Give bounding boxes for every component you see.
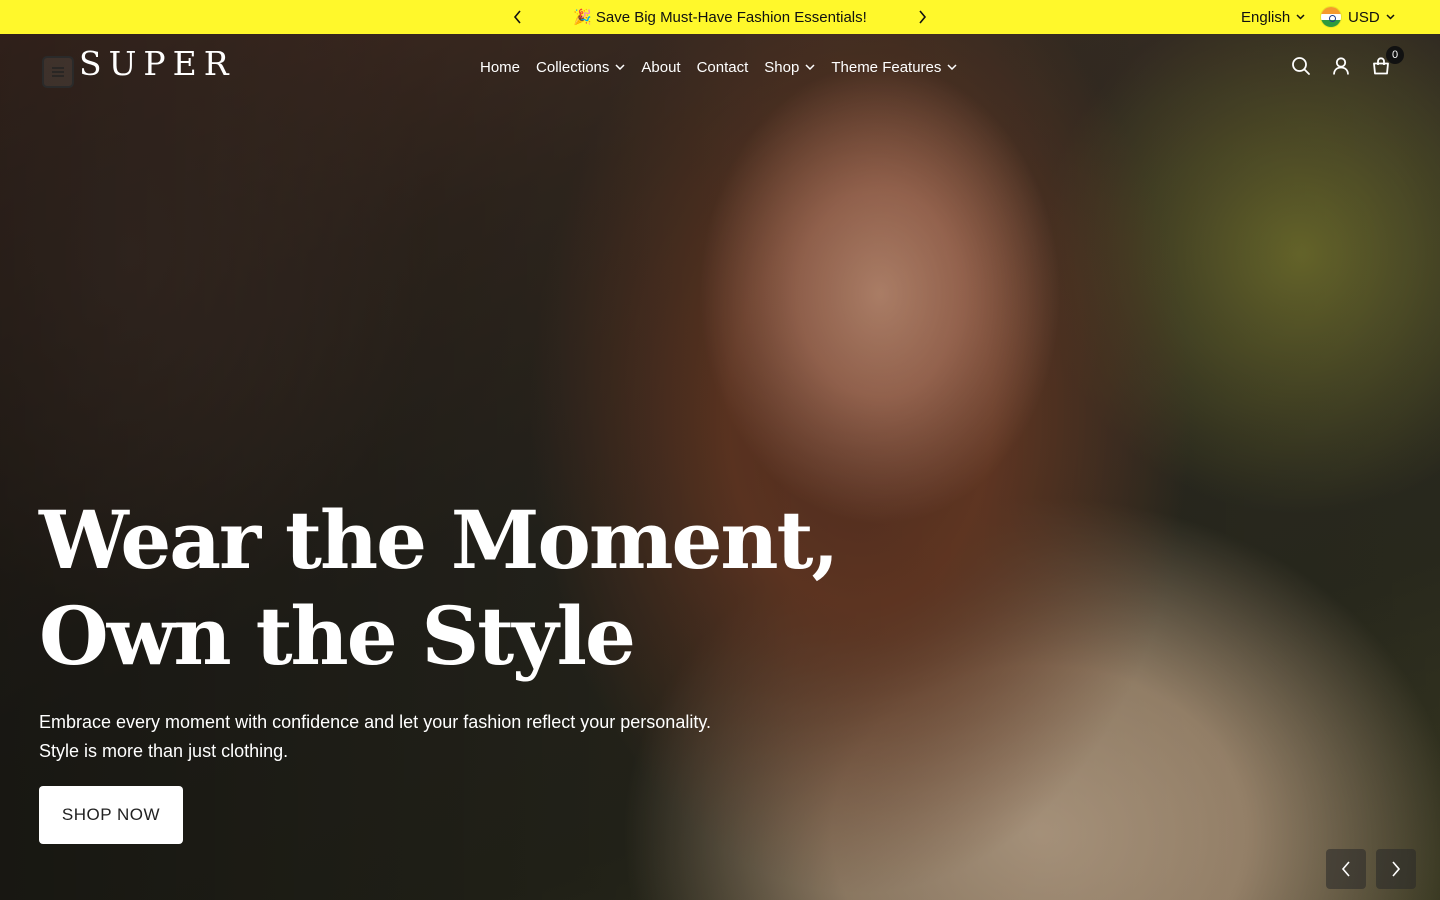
hero-overlay bbox=[0, 34, 1440, 900]
chevron-right-icon bbox=[1392, 861, 1401, 877]
language-label: English bbox=[1241, 8, 1291, 26]
chevron-left-icon bbox=[1341, 861, 1350, 877]
chevron-right-icon bbox=[919, 10, 927, 24]
announcement-next-button[interactable] bbox=[912, 7, 932, 27]
hero-subtext-line1: Embrace every moment with confidence and… bbox=[39, 712, 711, 732]
nav-about[interactable]: About bbox=[641, 59, 680, 76]
nav-label: Theme Features bbox=[831, 58, 942, 76]
announcement-bar: 🎉 Save Big Must-Have Fashion Essentials!… bbox=[0, 0, 1440, 34]
menu-button[interactable] bbox=[42, 56, 74, 88]
site-logo[interactable]: SUPER bbox=[79, 44, 236, 83]
hero-subtext-line2: Style is more than just clothing. bbox=[39, 741, 289, 761]
party-popper-icon: 🎉 bbox=[573, 9, 592, 26]
hero-subtext: Embrace every moment with confidence and… bbox=[39, 708, 799, 766]
slide-next-button[interactable] bbox=[1376, 849, 1416, 889]
announcement-text: Save Big Must-Have Fashion Essentials! bbox=[595, 8, 867, 26]
nav-label: About bbox=[641, 58, 681, 76]
india-flag-icon bbox=[1320, 6, 1342, 28]
chevron-down-icon bbox=[615, 64, 625, 70]
currency-selector[interactable]: USD bbox=[1320, 0, 1395, 34]
chevron-left-icon bbox=[513, 10, 521, 24]
announcement-message[interactable]: 🎉 Save Big Must-Have Fashion Essentials! bbox=[540, 0, 900, 34]
nav-label: Contact bbox=[696, 58, 749, 76]
currency-label: USD bbox=[1348, 8, 1380, 26]
nav-contact[interactable]: Contact bbox=[697, 59, 749, 76]
chevron-down-icon bbox=[1296, 14, 1305, 20]
nav-shop[interactable]: Shop bbox=[764, 59, 815, 76]
main-nav: Home Collections About Contact Shop Them… bbox=[480, 56, 957, 78]
account-button[interactable] bbox=[1329, 54, 1353, 78]
chevron-down-icon bbox=[947, 64, 957, 70]
nav-label: Collections bbox=[536, 58, 610, 76]
search-button[interactable] bbox=[1289, 54, 1313, 78]
account-icon bbox=[1333, 57, 1349, 75]
nav-theme-features[interactable]: Theme Features bbox=[831, 59, 957, 76]
chevron-down-icon bbox=[805, 64, 815, 70]
shop-now-button[interactable]: SHOP NOW bbox=[39, 786, 183, 844]
nav-home[interactable]: Home bbox=[480, 59, 520, 76]
hero-banner-image bbox=[0, 34, 1440, 900]
menu-icon bbox=[52, 67, 64, 77]
slide-prev-button[interactable] bbox=[1326, 849, 1366, 889]
hero-headline-line1: Wear the Moment, bbox=[39, 493, 839, 587]
cart-count-badge: 0 bbox=[1386, 46, 1404, 64]
hero-headline-line2: Own the Style bbox=[39, 589, 636, 683]
language-selector[interactable]: English bbox=[1241, 0, 1305, 34]
nav-collections[interactable]: Collections bbox=[536, 59, 625, 76]
search-icon bbox=[1292, 57, 1310, 75]
nav-label: Home bbox=[480, 58, 521, 76]
hero-headline: Wear the Moment, Own the Style bbox=[39, 492, 839, 684]
nav-label: Shop bbox=[764, 58, 800, 76]
chevron-down-icon bbox=[1386, 14, 1395, 20]
announcement-prev-button[interactable] bbox=[508, 7, 528, 27]
